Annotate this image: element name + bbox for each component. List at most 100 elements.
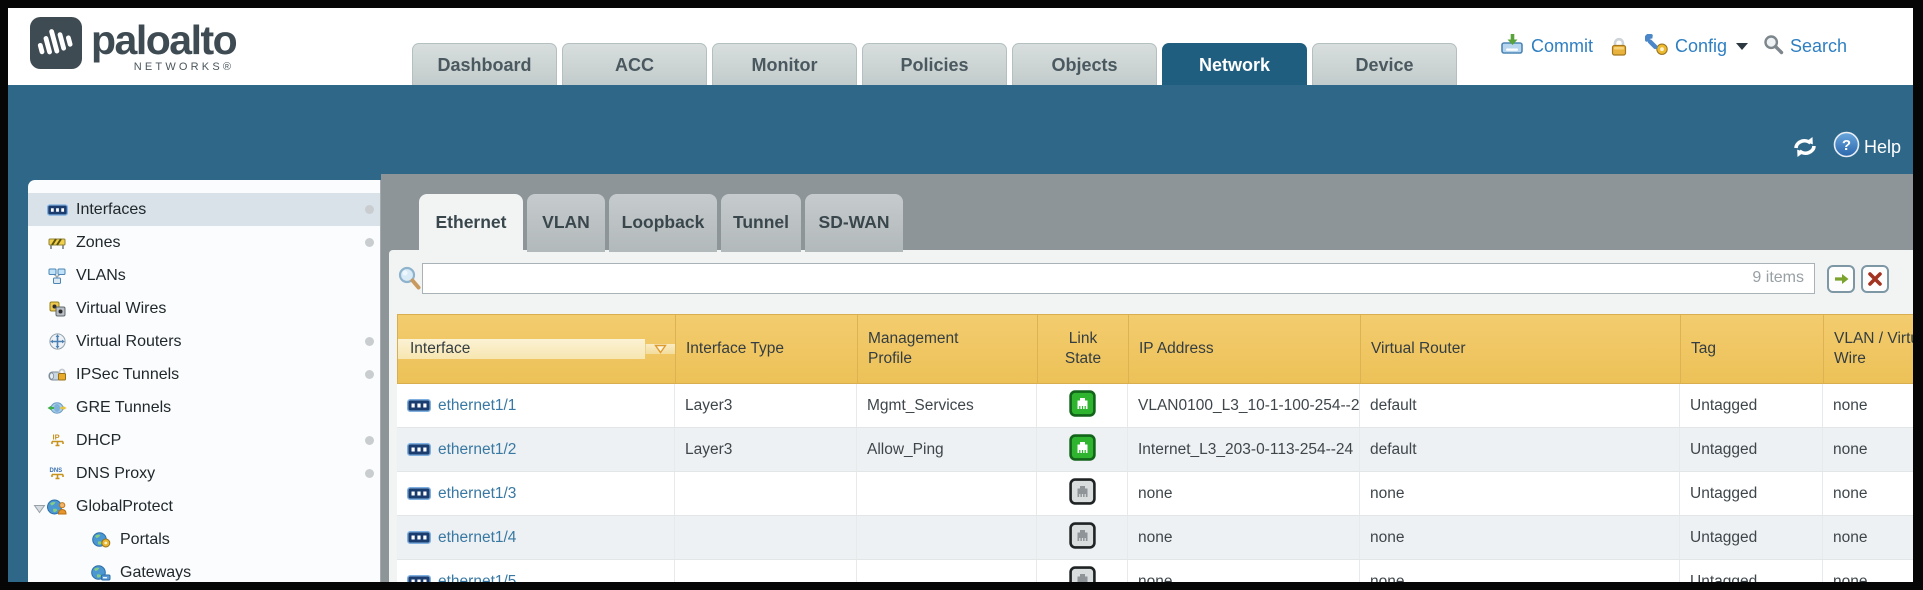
cell-interface-type bbox=[675, 516, 857, 559]
interface-link[interactable]: ethernet1/2 bbox=[438, 441, 516, 459]
tab-sd-wan[interactable]: SD-WAN bbox=[805, 194, 903, 252]
cell-tag: Untagged bbox=[1680, 560, 1823, 582]
tab-tunnel[interactable]: Tunnel bbox=[721, 194, 801, 252]
cell-management-profile: Allow_Ping bbox=[857, 428, 1037, 471]
cell-link-state bbox=[1037, 560, 1128, 582]
sidebar-item-globalprotect[interactable]: GlobalProtect bbox=[28, 490, 380, 523]
sidebar-item-vlans[interactable]: VLANs bbox=[28, 259, 380, 292]
cell-interface: ethernet1/4 bbox=[397, 516, 675, 559]
cell-link-state bbox=[1037, 516, 1128, 559]
column-header-link-state[interactable]: Link State bbox=[1038, 315, 1129, 383]
ethernet-icon bbox=[407, 487, 431, 500]
cell-interface: ethernet1/1 bbox=[397, 384, 675, 427]
interface-link[interactable]: ethernet1/5 bbox=[438, 573, 516, 583]
help-label: Help bbox=[1864, 137, 1901, 158]
cell-interface: ethernet1/2 bbox=[397, 428, 675, 471]
cell-tag: Untagged bbox=[1680, 384, 1823, 427]
globalprotect-icon bbox=[46, 498, 68, 516]
tab-loopback[interactable]: Loopback bbox=[609, 194, 717, 252]
sidebar-item-label: VLANs bbox=[76, 267, 126, 285]
nav-tab-policies[interactable]: Policies bbox=[862, 43, 1007, 85]
interface-link[interactable]: ethernet1/3 bbox=[438, 485, 516, 503]
cell-tag: Untagged bbox=[1680, 428, 1823, 471]
cell-interface: ethernet1/5 bbox=[397, 560, 675, 582]
status-dot bbox=[365, 337, 374, 346]
nav-tab-dashboard[interactable]: Dashboard bbox=[412, 43, 557, 85]
cell-link-state bbox=[1037, 428, 1128, 471]
interface-type-tabs: EthernetVLANLoopbackTunnelSD-WAN bbox=[419, 194, 903, 252]
network-sidebar: InterfacesZones VLANs Virtual Wires Virtual… bbox=[28, 180, 381, 582]
column-header-vlan-virtual-wire[interactable]: VLAN / Virtual Wire bbox=[1824, 315, 1913, 383]
chevron-down-icon bbox=[1736, 43, 1748, 50]
link-state-up-icon bbox=[1069, 434, 1096, 466]
app-window: paloalto NETWORKS® DashboardACCMonitorPo… bbox=[8, 8, 1913, 582]
clear-filter-button[interactable] bbox=[1861, 265, 1889, 293]
svg-text:DNS: DNS bbox=[49, 468, 62, 474]
dns-proxy-icon: DNS bbox=[46, 465, 68, 483]
table-filter-row: 9 items bbox=[389, 250, 1913, 308]
status-dot bbox=[365, 370, 374, 379]
interfaces-icon bbox=[46, 201, 68, 219]
column-header-tag[interactable]: Tag bbox=[1681, 315, 1824, 383]
config-menu[interactable]: Config bbox=[1645, 34, 1748, 60]
paloalto-logo: paloalto NETWORKS® bbox=[30, 17, 236, 74]
svg-text:IP: IP bbox=[52, 433, 59, 442]
content-area: InterfacesZones VLANs Virtual Wires Virtual… bbox=[8, 174, 1913, 582]
column-header-interface-type[interactable]: Interface Type bbox=[676, 315, 858, 383]
column-header-ip-address[interactable]: IP Address bbox=[1129, 315, 1361, 383]
table-row: ethernet1/4nonenoneUntaggednone bbox=[397, 516, 1913, 560]
ethernet-icon bbox=[407, 575, 431, 582]
column-header-virtual-router[interactable]: Virtual Router bbox=[1361, 315, 1681, 383]
sidebar-item-label: Virtual Routers bbox=[76, 333, 182, 351]
help-button[interactable]: ? Help bbox=[1833, 131, 1901, 163]
nav-tab-objects[interactable]: Objects bbox=[1012, 43, 1157, 85]
sidebar-item-portals[interactable]: Portals bbox=[28, 523, 380, 556]
interface-link[interactable]: ethernet1/4 bbox=[438, 529, 516, 547]
sidebar-item-dns-proxy[interactable]: DNS DNS Proxy bbox=[28, 457, 380, 490]
sidebar-item-zones[interactable]: Zones bbox=[28, 226, 380, 259]
nav-tab-device[interactable]: Device bbox=[1312, 43, 1457, 85]
sidebar-item-dhcp[interactable]: IPDHCP bbox=[28, 424, 380, 457]
link-state-down-icon bbox=[1069, 522, 1096, 554]
sidebar-item-virtual-routers[interactable]: Virtual Routers bbox=[28, 325, 380, 358]
column-header-label: Link State bbox=[1058, 329, 1108, 369]
column-header-interface[interactable]: Interface bbox=[398, 315, 676, 383]
interface-link[interactable]: ethernet1/1 bbox=[438, 397, 516, 415]
tab-ethernet[interactable]: Ethernet bbox=[419, 194, 523, 252]
sidebar-item-virtual-wires[interactable]: Virtual Wires bbox=[28, 292, 380, 325]
sidebar-item-ipsec-tunnels[interactable]: IPSec Tunnels bbox=[28, 358, 380, 391]
cell-vlan-wire: none bbox=[1823, 384, 1913, 427]
table-row: ethernet1/2Layer3Allow_PingInternet_L3_2… bbox=[397, 428, 1913, 472]
cell-link-state bbox=[1037, 472, 1128, 515]
cell-virtual-router: none bbox=[1360, 516, 1680, 559]
sidebar-item-label: DNS Proxy bbox=[76, 465, 155, 483]
commit-button[interactable]: Commit bbox=[1500, 33, 1593, 60]
ethernet-icon bbox=[407, 399, 431, 412]
nav-tab-monitor[interactable]: Monitor bbox=[712, 43, 857, 85]
sidebar-item-interfaces[interactable]: Interfaces bbox=[28, 193, 380, 226]
table-row: ethernet1/5nonenoneUntaggednone bbox=[397, 560, 1913, 582]
cell-virtual-router: none bbox=[1360, 560, 1680, 582]
sort-indicator-icon[interactable] bbox=[645, 344, 675, 354]
search-button[interactable]: Search bbox=[1763, 34, 1847, 60]
cell-virtual-router: default bbox=[1360, 384, 1680, 427]
nav-tab-acc[interactable]: ACC bbox=[562, 43, 707, 85]
column-header-label: IP Address bbox=[1139, 339, 1214, 359]
apply-filter-button[interactable] bbox=[1827, 265, 1855, 293]
sidebar-item-gre-tunnels[interactable]: GRE Tunnels bbox=[28, 391, 380, 424]
table-row: ethernet1/3nonenoneUntaggednone bbox=[397, 472, 1913, 516]
status-dot bbox=[365, 469, 374, 478]
sidebar-item-gateways[interactable]: Gateways bbox=[28, 556, 380, 582]
expander-icon[interactable] bbox=[33, 501, 46, 519]
lock-icon[interactable] bbox=[1608, 37, 1630, 56]
gre-tunnels-icon bbox=[46, 399, 68, 417]
cell-tag: Untagged bbox=[1680, 516, 1823, 559]
cell-virtual-router: default bbox=[1360, 428, 1680, 471]
status-dot bbox=[365, 238, 374, 247]
refresh-icon[interactable] bbox=[1791, 135, 1819, 159]
filter-input[interactable] bbox=[422, 263, 1815, 294]
main-area: EthernetVLANLoopbackTunnelSD-WAN 9 items… bbox=[381, 174, 1913, 582]
nav-tab-network[interactable]: Network bbox=[1162, 43, 1307, 85]
column-header-management-profile[interactable]: Management Profile bbox=[858, 315, 1038, 383]
tab-vlan[interactable]: VLAN bbox=[527, 194, 605, 252]
